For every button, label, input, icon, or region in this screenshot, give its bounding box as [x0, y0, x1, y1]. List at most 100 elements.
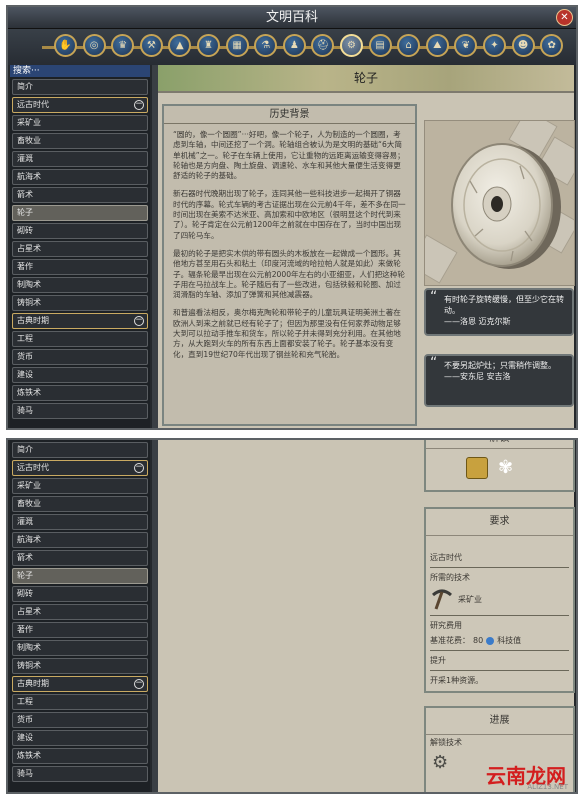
tech-tools-icon[interactable]: ⚙	[340, 34, 363, 57]
sidebar-item[interactable]: 灌溉	[12, 151, 148, 167]
cost-unit: 科技值	[497, 636, 522, 645]
sidebar-item-label: 建设	[17, 733, 33, 742]
sidebar-item-label: 航海术	[17, 535, 41, 544]
sidebar-item-label: 古典时期	[17, 316, 49, 325]
sidebar-item[interactable]: 著作	[12, 622, 148, 638]
sidebar-list: 简介远古时代 − 采矿业畜牧业灌溉航海术箭术轮子砌砖占星术著作制陶术铸铜术古典时期 −…	[10, 79, 150, 419]
book-icon[interactable]: ▤	[368, 34, 392, 57]
sidebar-era-header[interactable]: 古典时期 −	[12, 676, 148, 692]
sidebar-item-label: 著作	[17, 625, 33, 634]
history-text: “圆的，像一个圆圈”···好吧，像一个轮子，人为制造的一个圆圈，考虑到车轴，中间…	[164, 124, 415, 360]
encyclopedia-window-bottom: 简介 远古时代 − 采矿业 畜牧业 灌溉 航海术 箭术 轮子 砌砖 占星术 著作 制陶术 铸铜术 古典时期 −…	[6, 438, 578, 794]
sheaf-icon[interactable]: ❦	[454, 34, 478, 57]
sidebar-item[interactable]: 铸铜术	[12, 295, 148, 311]
sidebar-item[interactable]: 建设	[12, 367, 148, 383]
sidebar-item[interactable]: 制陶术	[12, 640, 148, 656]
water-mill-icon[interactable]: ✾	[498, 457, 520, 479]
sidebar-item[interactable]: 炼铁术	[12, 385, 148, 401]
history-paragraph: 新石器时代晚期出现了轮子，连同其他一些科技进步一起揭开了铜器时代的序幕。轮式车辆…	[173, 189, 406, 240]
required-era: 远古时代	[430, 553, 462, 562]
sidebar-era-header[interactable]: 古典时期 −	[12, 313, 148, 329]
sidebar-item[interactable]: 砌砖	[12, 223, 148, 239]
goblet-icon[interactable]: ♛	[111, 34, 135, 57]
sidebar-item[interactable]: 建设	[12, 730, 148, 746]
sidebar-item[interactable]: 砌砖	[12, 586, 148, 602]
policy-icon[interactable]: ✦	[483, 34, 506, 57]
sidebar-item-label: 远古时代	[17, 100, 49, 109]
sidebar-item[interactable]: 铸铜术	[12, 658, 148, 674]
sidebar-item[interactable]: 采矿业	[12, 478, 148, 494]
sidebar-item-label: 古典时期	[17, 679, 49, 688]
sidebar-item-label: 炼铁术	[17, 388, 41, 397]
quote-card: “ 有时轮子旋转缓慢，但至少它在转动。 ——洛恩 迈克尔斯	[424, 288, 574, 336]
sidebar-item[interactable]: 航海术	[12, 532, 148, 548]
collapse-icon[interactable]: −	[134, 679, 144, 689]
sidebar-item[interactable]: 轮子	[12, 568, 148, 584]
tower-icon[interactable]: ♜	[197, 34, 220, 57]
flask-icon[interactable]: ⚗	[254, 34, 278, 57]
sidebar-item[interactable]: 畜牧业	[12, 133, 148, 149]
sidebar-item[interactable]: 工程	[12, 694, 148, 710]
chariot-archer-icon[interactable]	[466, 457, 488, 479]
article-title: 轮子	[158, 65, 574, 93]
window-titlebar: 文明百科 ✕	[8, 7, 576, 29]
sidebar-item-label: 远古时代	[17, 463, 49, 472]
sidebar-era-header[interactable]: 远古时代 −	[12, 97, 148, 113]
sidebar-item[interactable]: 航海术	[12, 169, 148, 185]
sidebar-item-label: 畜牧业	[17, 499, 41, 508]
sidebar-item[interactable]: 工程	[12, 331, 148, 347]
sidebar-item[interactable]: 灌溉	[12, 514, 148, 530]
collapse-icon[interactable]: −	[134, 100, 144, 110]
sidebar-item-label: 砌砖	[17, 226, 33, 235]
sidebar-item-label: 著作	[17, 262, 33, 271]
sidebar-item[interactable]: 占星术	[12, 241, 148, 257]
helmet-icon[interactable]: ⛑	[311, 34, 335, 57]
wheel-image	[424, 120, 575, 286]
required-tech-entry[interactable]: 采矿业	[426, 585, 573, 613]
search-input[interactable]: 搜索···	[10, 65, 150, 77]
quote-text: 有时轮子旋转缓慢，但至少它在转动。	[444, 295, 564, 315]
collapse-icon[interactable]: −	[134, 463, 144, 473]
sidebar-item[interactable]: 货币	[12, 349, 148, 365]
history-paragraph: 最初的轮子是把实木供的带有圆头的木板放在一起做成一个圆形。其他地方甚至用石头和粘…	[173, 248, 405, 300]
sidebar-item-label: 畜牧业	[17, 136, 41, 145]
handshake-icon[interactable]: ✋	[54, 34, 77, 57]
sidebar-item-label: 占星术	[17, 244, 41, 253]
sidebar-item[interactable]: 占星术	[12, 604, 148, 620]
unlocks-header: 解锁	[426, 440, 573, 449]
close-button[interactable]: ✕	[556, 9, 573, 26]
globe-icon[interactable]: ◎	[82, 34, 106, 57]
mountains-icon[interactable]: ⛰	[425, 34, 449, 57]
sidebar-item[interactable]: 著作	[12, 259, 148, 275]
pyramid-icon[interactable]: ▲	[168, 34, 192, 57]
sidebar-item-label: 铸铜术	[17, 298, 41, 307]
sidebar-item[interactable]: 骑马	[12, 403, 148, 419]
sidebar-item[interactable]: 炼铁术	[12, 748, 148, 764]
sidebar-item-label: 简介	[17, 82, 33, 91]
sidebar-item[interactable]: 简介	[12, 79, 148, 95]
temple-icon[interactable]: ⌂	[397, 34, 421, 57]
sidebar-item[interactable]: 货币	[12, 712, 148, 728]
sidebar-item-label: 采矿业	[17, 481, 41, 490]
hammer-icon[interactable]: ⚒	[139, 34, 163, 57]
sidebar-item[interactable]: 轮子	[12, 205, 148, 221]
science-icon	[486, 636, 495, 645]
sidebar-item[interactable]: 箭术	[12, 550, 148, 566]
sidebar-item-label: 铸铜术	[17, 661, 41, 670]
sidebar-item[interactable]: 简介	[12, 442, 148, 458]
sidebar-item[interactable]: 采矿业	[12, 115, 148, 131]
city-icon[interactable]: ▦	[225, 34, 249, 57]
collapse-icon[interactable]: −	[134, 316, 144, 326]
cost-value: 80	[473, 636, 484, 645]
sidebar-item[interactable]: 制陶术	[12, 277, 148, 293]
window-title: 文明百科	[265, 10, 318, 25]
sidebar-item[interactable]: 箭术	[12, 187, 148, 203]
people-icon[interactable]: ☻	[511, 34, 535, 57]
sidebar-item[interactable]: 畜牧业	[12, 496, 148, 512]
flower-icon[interactable]: ✿	[540, 34, 564, 57]
sidebar-item[interactable]: 骑马	[12, 766, 148, 782]
article-content: 轮子 历史背景 “圆的，像一个圆圈”···好吧，像一个轮子，人为制造的一个圆圈，…	[158, 65, 575, 428]
sidebar-item-label: 骑马	[17, 406, 33, 415]
person-icon[interactable]: ♟	[282, 34, 306, 57]
sidebar-era-header[interactable]: 远古时代 −	[12, 460, 148, 476]
